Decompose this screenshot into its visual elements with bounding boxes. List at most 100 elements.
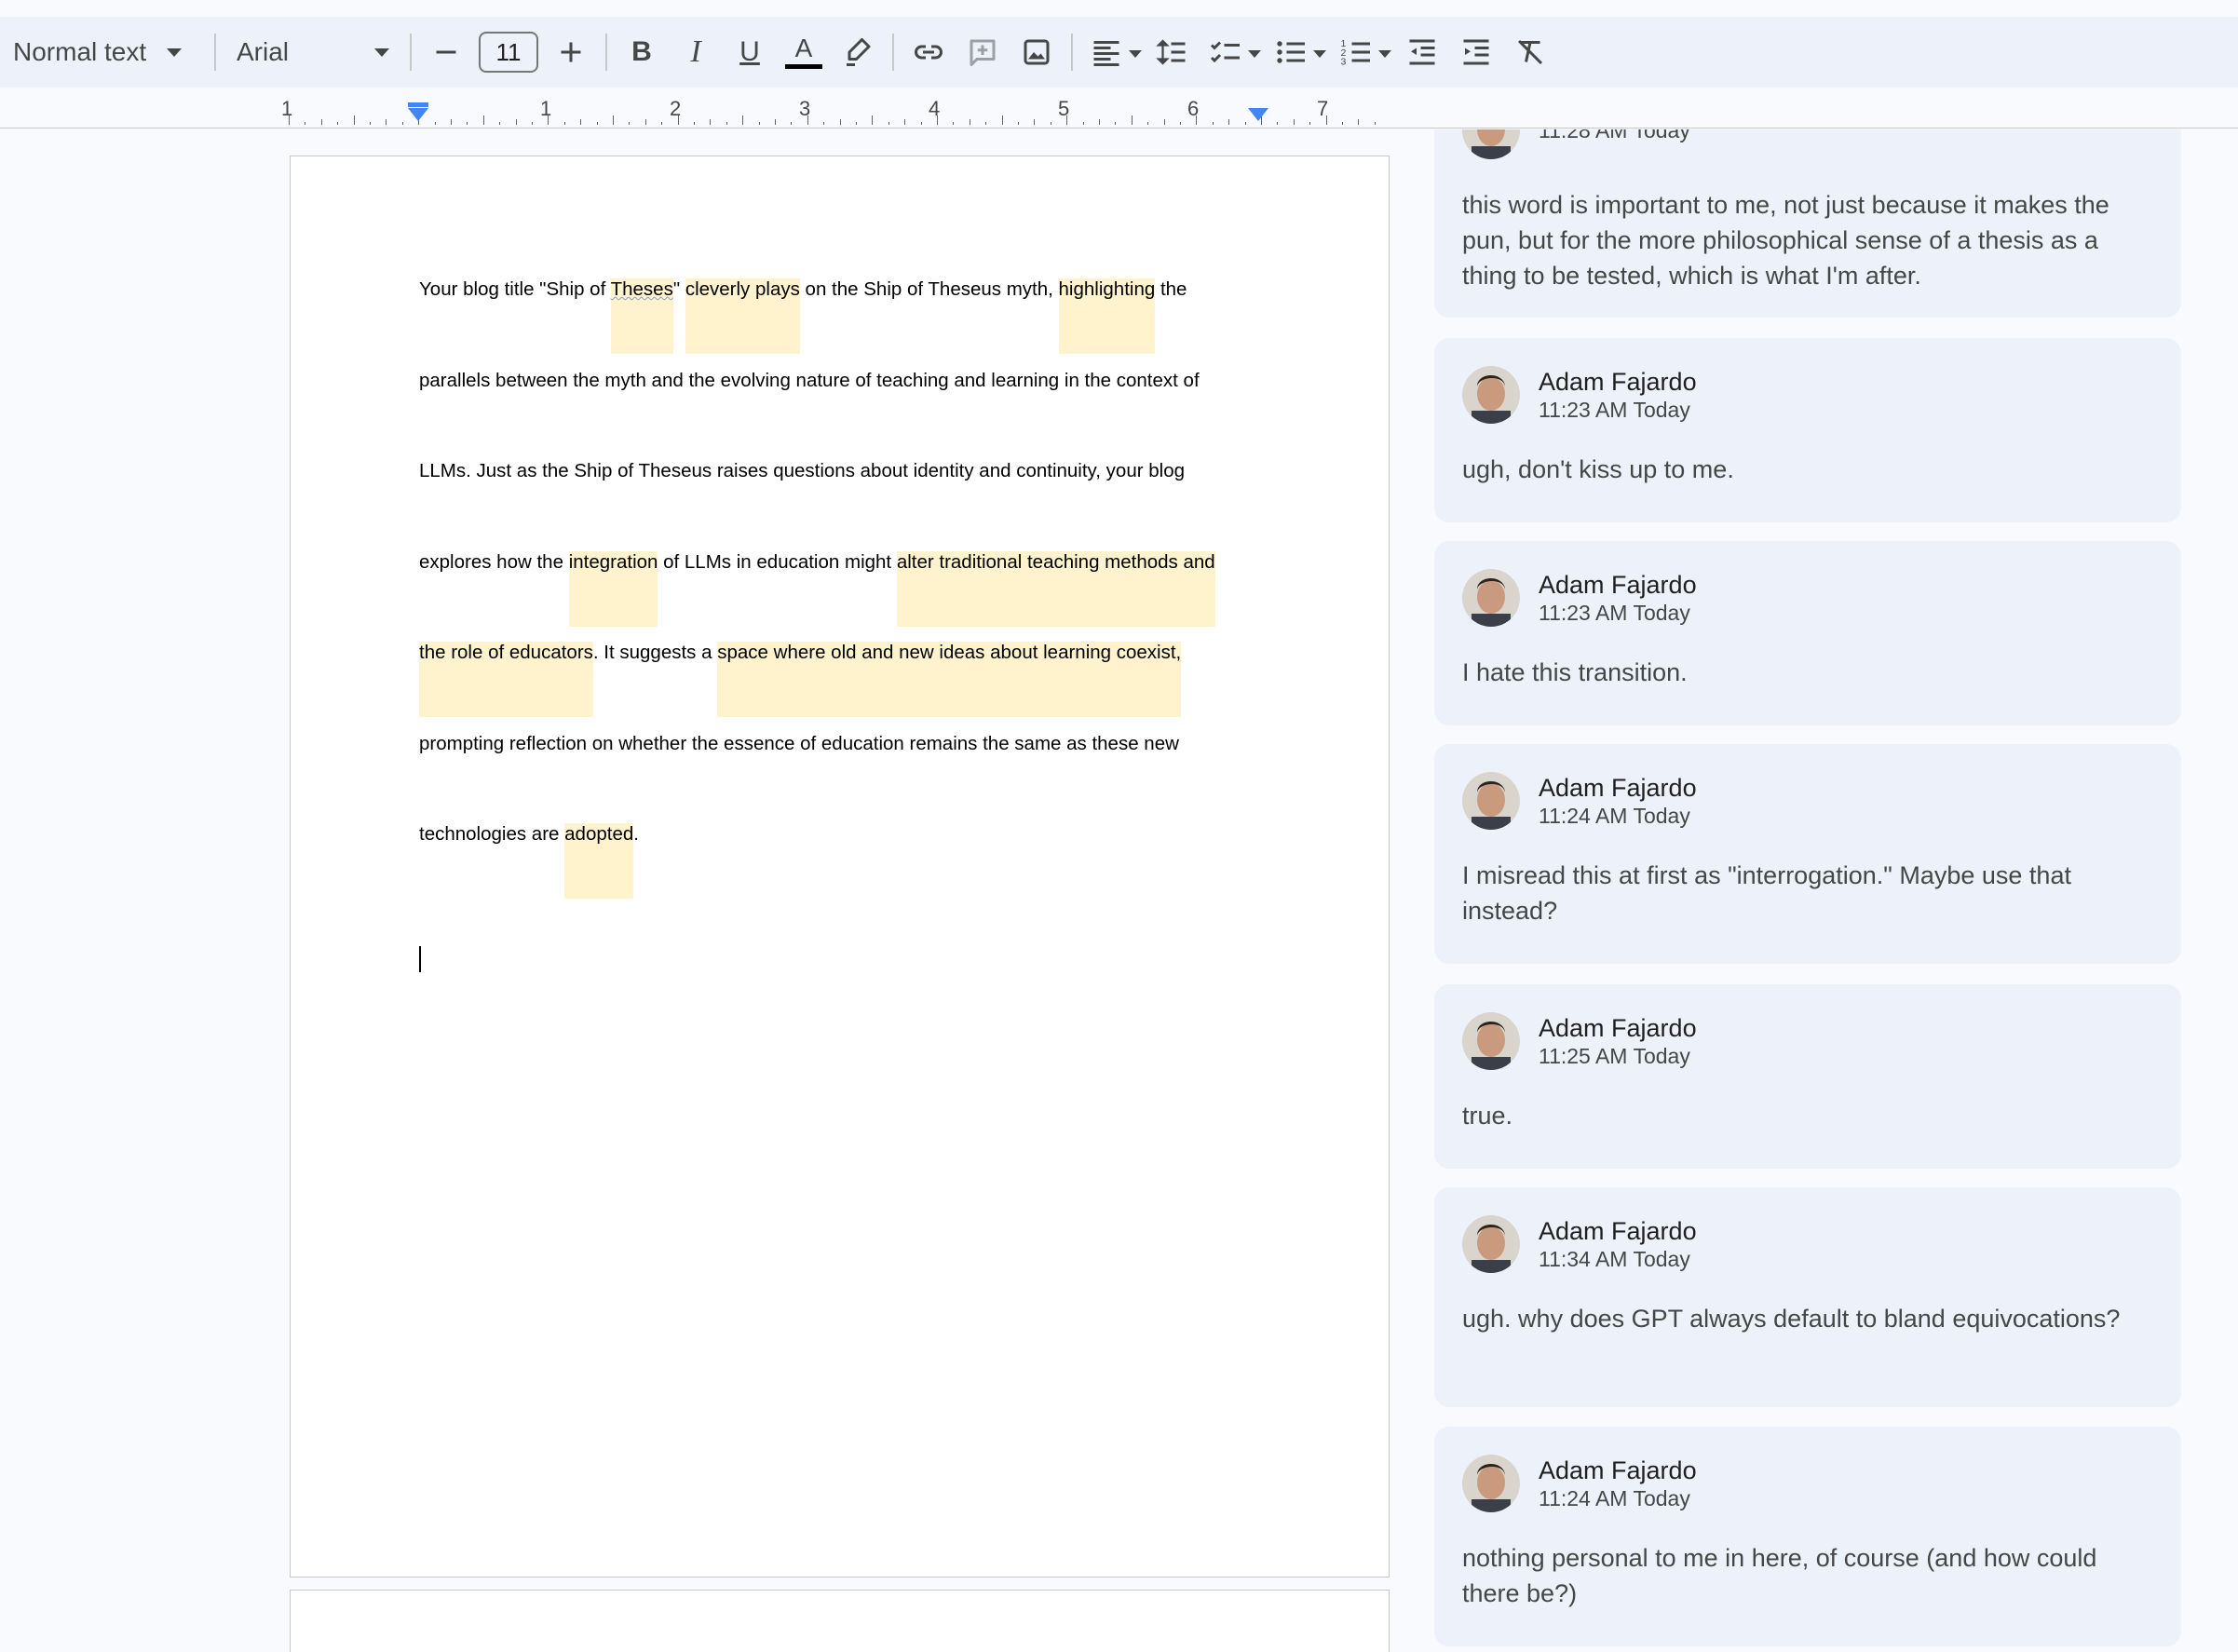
ruler-tick	[401, 122, 403, 125]
ruler-tick	[1163, 119, 1165, 125]
align-button[interactable]	[1080, 25, 1146, 79]
avatar[interactable]	[1462, 569, 1520, 627]
right-indent-marker[interactable]	[1248, 108, 1268, 121]
paragraph-style-select[interactable]: Normal text	[0, 26, 207, 78]
ruler-tick	[337, 122, 339, 125]
ruler-tick	[758, 122, 760, 125]
highlighter-icon	[847, 38, 871, 66]
comment-timestamp: 11:23 AM Today	[1539, 601, 1690, 625]
comment-meta: Adam Fajardo 11:23 AM Today	[1539, 570, 1697, 626]
avatar[interactable]	[1462, 366, 1520, 424]
comment-text: nothing personal to me in here, of cours…	[1462, 1544, 2097, 1607]
commented-text[interactable]: Theses	[610, 278, 673, 354]
text-run: technologies are	[419, 823, 565, 845]
text-line[interactable]: parallels between the myth and the evolv…	[419, 367, 1257, 458]
ruler-tick	[580, 119, 582, 125]
text-line[interactable]: Your blog title "Ship of Theses" cleverl…	[419, 276, 1257, 367]
comment-card[interactable]: Adam Fajardo 11:23 AM Today ugh, don't kis…	[1434, 338, 2181, 522]
italic-icon: I	[690, 34, 701, 69]
insert-image-button[interactable]	[1010, 25, 1064, 79]
insert-link-button[interactable]	[902, 25, 956, 79]
ruler-tick	[1277, 122, 1279, 125]
commented-text[interactable]: adopted	[564, 823, 634, 899]
chevron-down-icon	[1313, 50, 1326, 58]
document-page-2[interactable]	[290, 1590, 1390, 1652]
ruler-number: 1	[281, 97, 293, 120]
font-family-select[interactable]: Arial	[224, 26, 402, 78]
commented-text[interactable]: the role of educators	[419, 642, 593, 717]
decrease-font-size-button[interactable]	[419, 25, 473, 79]
comment-timestamp: 11:28 AM Today	[1539, 129, 1690, 142]
ruler-tick	[467, 122, 468, 125]
text-run: of LLMs in education might	[658, 550, 897, 573]
chevron-down-icon	[374, 47, 389, 57]
avatar[interactable]	[1462, 129, 1520, 159]
ruler-tick	[1244, 122, 1246, 125]
chevron-down-icon	[1248, 50, 1261, 58]
ruler-tick	[807, 115, 808, 125]
document-page[interactable]: Your blog title "Ship of Theses" cleverl…	[290, 156, 1390, 1578]
comment-card[interactable]: Adam Fajardo 11:34 AM Today ugh. why does …	[1434, 1187, 2181, 1407]
avatar[interactable]	[1462, 1455, 1520, 1512]
ruler-tick	[677, 115, 679, 125]
highlight-color-button[interactable]	[831, 25, 885, 79]
text-line[interactable]: the role of educators. It suggests a spa…	[419, 639, 1257, 730]
comment-timestamp: 11:34 AM Today	[1539, 1247, 1690, 1271]
ruler-tick	[904, 119, 906, 125]
ruler-tick	[888, 122, 889, 125]
commented-text[interactable]: highlighting	[1058, 278, 1156, 354]
ruler-tick	[1066, 115, 1068, 125]
text-line[interactable]: technologies are adopted.	[419, 820, 1257, 912]
comment-card[interactable]: Adam Fajardo 11:23 AM Today I hate this tr…	[1434, 541, 2181, 725]
commented-text[interactable]: integration	[568, 550, 658, 627]
text-run: prompting reflection on whether the esse…	[419, 732, 1179, 754]
commented-text[interactable]: cleverly plays	[685, 278, 800, 354]
ruler-tick	[839, 119, 841, 125]
avatar[interactable]	[1462, 1215, 1520, 1273]
underline-button[interactable]: U	[723, 25, 777, 79]
horizontal-ruler[interactable]: 11234567	[0, 88, 2238, 129]
numbered-list-button[interactable]: 123	[1330, 25, 1395, 79]
text-run: parallels between the myth and the evolv…	[419, 369, 1200, 391]
avatar[interactable]	[1462, 1012, 1520, 1070]
document-canvas[interactable]: Your blog title "Ship of Theses" cleverl…	[0, 129, 1406, 1652]
toolbar-divider	[605, 34, 607, 71]
document-body[interactable]: Your blog title "Ship of Theses" cleverl…	[419, 276, 1257, 912]
comment-text: I hate this transition.	[1462, 658, 1688, 686]
italic-button[interactable]: I	[669, 25, 723, 79]
bold-button[interactable]: B	[615, 25, 669, 79]
decrease-indent-button[interactable]	[1395, 25, 1449, 79]
ruler-tick	[726, 122, 727, 125]
bulleted-list-button[interactable]	[1265, 25, 1330, 79]
increase-indent-button[interactable]	[1449, 25, 1503, 79]
left-indent-marker[interactable]	[408, 108, 428, 121]
increase-font-size-button[interactable]	[544, 25, 598, 79]
ruler-tick	[548, 115, 549, 125]
toolbar-divider	[410, 34, 412, 71]
avatar[interactable]	[1462, 772, 1520, 830]
ruler-tick	[563, 122, 565, 125]
ruler-tick	[353, 115, 355, 125]
commented-text[interactable]: space where old and new ideas about lear…	[717, 642, 1182, 717]
add-comment-button[interactable]	[956, 25, 1010, 79]
checklist-button[interactable]	[1200, 25, 1265, 79]
clear-formatting-button[interactable]	[1503, 25, 1557, 79]
ruler-tick	[1115, 122, 1117, 125]
text-line[interactable]: explores how the integration of LLMs in …	[419, 548, 1257, 640]
ruler-number: 3	[799, 97, 811, 120]
line-spacing-button[interactable]	[1146, 25, 1200, 79]
text-line[interactable]: prompting reflection on whether the esse…	[419, 730, 1257, 821]
first-line-indent-marker[interactable]	[408, 102, 428, 107]
comment-card[interactable]: Adam Fajardo 11:25 AM Today true.	[1434, 984, 2181, 1169]
comment-card[interactable]: Adam Fajardo 11:24 AM Today I misread this…	[1434, 744, 2181, 964]
comment-card[interactable]: Adam Fajardo 11:24 AM Today nothing person…	[1434, 1427, 2181, 1646]
text-color-button[interactable]: A	[777, 25, 831, 79]
ruler-tick	[629, 122, 631, 125]
comment-meta: Adam Fajardo 11:23 AM Today	[1539, 367, 1697, 423]
text-line[interactable]: LLMs. Just as the Ship of Theseus raises…	[419, 457, 1257, 548]
font-size-input[interactable]: 11	[479, 32, 538, 73]
comment-card[interactable]: 11:28 AM Today this word is important to …	[1434, 129, 2181, 318]
ruler-tick	[434, 122, 436, 125]
ruler-tick	[953, 122, 955, 125]
commented-text[interactable]: alter traditional teaching methods and	[896, 550, 1215, 627]
